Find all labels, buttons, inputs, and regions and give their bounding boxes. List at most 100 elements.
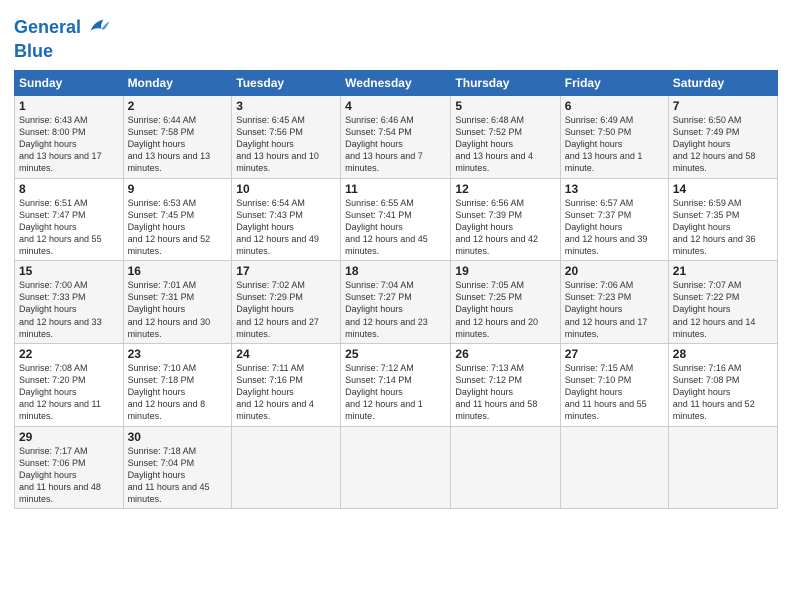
day-number: 24 <box>236 347 336 361</box>
day-number: 23 <box>128 347 228 361</box>
day-detail: Sunrise: 7:15 AMSunset: 7:10 PMDaylight … <box>565 363 647 422</box>
day-detail: Sunrise: 7:12 AMSunset: 7:14 PMDaylight … <box>345 363 423 422</box>
day-number: 21 <box>673 264 773 278</box>
calendar-cell: 14 Sunrise: 6:59 AMSunset: 7:35 PMDayligh… <box>668 178 777 261</box>
day-number: 16 <box>128 264 228 278</box>
calendar-cell: 1Sunrise: 6:43 AMSunset: 8:00 PMDaylight… <box>15 95 124 178</box>
day-detail: Sunrise: 7:04 AMSunset: 7:27 PMDaylight … <box>345 280 428 339</box>
calendar-week-4: 22 Sunrise: 7:08 AMSunset: 7:20 PMDayligh… <box>15 343 778 426</box>
calendar-cell: 29Sunrise: 7:17 AMSunset: 7:06 PMDayligh… <box>15 426 124 509</box>
calendar-cell: 18 Sunrise: 7:04 AMSunset: 7:27 PMDayligh… <box>341 261 451 344</box>
page-container: General Blue SundayMondayTuesdayWednesda… <box>0 0 792 612</box>
day-number: 7 <box>673 99 773 113</box>
calendar-cell <box>451 426 560 509</box>
calendar-cell: 16Sunrise: 7:01 AMSunset: 7:31 PMDayligh… <box>123 261 232 344</box>
logo-bird-icon <box>83 14 111 42</box>
day-detail: Sunrise: 6:56 AMSunset: 7:39 PMDaylight … <box>455 198 538 257</box>
calendar-cell: 25 Sunrise: 7:12 AMSunset: 7:14 PMDayligh… <box>341 343 451 426</box>
calendar-cell <box>560 426 668 509</box>
calendar-cell: 19 Sunrise: 7:05 AMSunset: 7:25 PMDayligh… <box>451 261 560 344</box>
col-header-tuesday: Tuesday <box>232 70 341 95</box>
day-detail: Sunrise: 7:08 AMSunset: 7:20 PMDaylight … <box>19 363 101 422</box>
day-detail: Sunrise: 6:57 AMSunset: 7:37 PMDaylight … <box>565 198 648 257</box>
day-number: 14 <box>673 182 773 196</box>
calendar-cell: 20 Sunrise: 7:06 AMSunset: 7:23 PMDayligh… <box>560 261 668 344</box>
calendar-week-3: 15 Sunrise: 7:00 AMSunset: 7:33 PMDayligh… <box>15 261 778 344</box>
day-number: 11 <box>345 182 446 196</box>
day-number: 27 <box>565 347 664 361</box>
col-header-wednesday: Wednesday <box>341 70 451 95</box>
col-header-saturday: Saturday <box>668 70 777 95</box>
day-detail: Sunrise: 6:50 AMSunset: 7:49 PMDaylight … <box>673 115 756 174</box>
calendar-cell: 23 Sunrise: 7:10 AMSunset: 7:18 PMDayligh… <box>123 343 232 426</box>
day-detail: Sunrise: 7:05 AMSunset: 7:25 PMDaylight … <box>455 280 538 339</box>
col-header-thursday: Thursday <box>451 70 560 95</box>
header: General Blue <box>14 10 778 62</box>
calendar-cell: 7 Sunrise: 6:50 AMSunset: 7:49 PMDaylight… <box>668 95 777 178</box>
day-detail: Sunrise: 6:54 AMSunset: 7:43 PMDaylight … <box>236 198 319 257</box>
day-detail: Sunrise: 7:16 AMSunset: 7:08 PMDaylight … <box>673 363 755 422</box>
day-number: 9 <box>128 182 228 196</box>
day-number: 15 <box>19 264 119 278</box>
calendar-cell: 15 Sunrise: 7:00 AMSunset: 7:33 PMDayligh… <box>15 261 124 344</box>
calendar-cell: 27 Sunrise: 7:15 AMSunset: 7:10 PMDayligh… <box>560 343 668 426</box>
day-number: 6 <box>565 99 664 113</box>
col-header-monday: Monday <box>123 70 232 95</box>
calendar-cell <box>341 426 451 509</box>
calendar-week-1: 1Sunrise: 6:43 AMSunset: 8:00 PMDaylight… <box>15 95 778 178</box>
calendar-body: 1Sunrise: 6:43 AMSunset: 8:00 PMDaylight… <box>15 95 778 509</box>
calendar-cell <box>232 426 341 509</box>
calendar-cell: 26 Sunrise: 7:13 AMSunset: 7:12 PMDayligh… <box>451 343 560 426</box>
day-number: 19 <box>455 264 555 278</box>
day-detail: Sunrise: 7:02 AMSunset: 7:29 PMDaylight … <box>236 280 319 339</box>
day-detail: Sunrise: 7:13 AMSunset: 7:12 PMDaylight … <box>455 363 537 422</box>
day-number: 25 <box>345 347 446 361</box>
calendar-cell: 10 Sunrise: 6:54 AMSunset: 7:43 PMDayligh… <box>232 178 341 261</box>
calendar-week-5: 29Sunrise: 7:17 AMSunset: 7:06 PMDayligh… <box>15 426 778 509</box>
day-detail: Sunrise: 6:49 AMSunset: 7:50 PMDaylight … <box>565 115 643 174</box>
day-detail: Sunrise: 6:46 AMSunset: 7:54 PMDaylight … <box>345 115 423 174</box>
calendar-cell: 2 Sunrise: 6:44 AMSunset: 7:58 PMDaylight… <box>123 95 232 178</box>
day-detail: Sunrise: 6:55 AMSunset: 7:41 PMDaylight … <box>345 198 428 257</box>
calendar-table: SundayMondayTuesdayWednesdayThursdayFrid… <box>14 70 778 510</box>
day-detail: Sunrise: 6:59 AMSunset: 7:35 PMDaylight … <box>673 198 756 257</box>
calendar-cell: 30Sunrise: 7:18 AMSunset: 7:04 PMDayligh… <box>123 426 232 509</box>
day-number: 30 <box>128 430 228 444</box>
day-number: 26 <box>455 347 555 361</box>
header-row: SundayMondayTuesdayWednesdayThursdayFrid… <box>15 70 778 95</box>
day-number: 3 <box>236 99 336 113</box>
day-number: 20 <box>565 264 664 278</box>
logo-text-blue: Blue <box>14 42 53 62</box>
day-detail: Sunrise: 7:10 AMSunset: 7:18 PMDaylight … <box>128 363 206 422</box>
day-number: 12 <box>455 182 555 196</box>
day-detail: Sunrise: 6:53 AMSunset: 7:45 PMDaylight … <box>128 198 211 257</box>
calendar-cell: 24 Sunrise: 7:11 AMSunset: 7:16 PMDayligh… <box>232 343 341 426</box>
calendar-cell: 4Sunrise: 6:46 AMSunset: 7:54 PMDaylight… <box>341 95 451 178</box>
day-detail: Sunrise: 6:51 AMSunset: 7:47 PMDaylight … <box>19 198 102 257</box>
day-number: 18 <box>345 264 446 278</box>
calendar-cell: 5Sunrise: 6:48 AMSunset: 7:52 PMDaylight… <box>451 95 560 178</box>
calendar-cell <box>668 426 777 509</box>
calendar-cell: 13 Sunrise: 6:57 AMSunset: 7:37 PMDayligh… <box>560 178 668 261</box>
day-detail: Sunrise: 7:11 AMSunset: 7:16 PMDaylight … <box>236 363 314 422</box>
day-number: 1 <box>19 99 119 113</box>
calendar-cell: 6 Sunrise: 6:49 AMSunset: 7:50 PMDaylight… <box>560 95 668 178</box>
day-number: 13 <box>565 182 664 196</box>
day-number: 29 <box>19 430 119 444</box>
calendar-header: SundayMondayTuesdayWednesdayThursdayFrid… <box>15 70 778 95</box>
day-detail: Sunrise: 7:00 AMSunset: 7:33 PMDaylight … <box>19 280 102 339</box>
day-number: 5 <box>455 99 555 113</box>
day-number: 8 <box>19 182 119 196</box>
day-number: 2 <box>128 99 228 113</box>
day-number: 10 <box>236 182 336 196</box>
day-detail: Sunrise: 7:06 AMSunset: 7:23 PMDaylight … <box>565 280 648 339</box>
calendar-cell: 17Sunrise: 7:02 AMSunset: 7:29 PMDayligh… <box>232 261 341 344</box>
calendar-cell: 8 Sunrise: 6:51 AMSunset: 7:47 PMDaylight… <box>15 178 124 261</box>
calendar-cell: 28 Sunrise: 7:16 AMSunset: 7:08 PMDayligh… <box>668 343 777 426</box>
calendar-week-2: 8 Sunrise: 6:51 AMSunset: 7:47 PMDaylight… <box>15 178 778 261</box>
calendar-cell: 11 Sunrise: 6:55 AMSunset: 7:41 PMDayligh… <box>341 178 451 261</box>
day-number: 22 <box>19 347 119 361</box>
day-detail: Sunrise: 6:44 AMSunset: 7:58 PMDaylight … <box>128 115 211 174</box>
calendar-cell: 3Sunrise: 6:45 AMSunset: 7:56 PMDaylight… <box>232 95 341 178</box>
day-number: 28 <box>673 347 773 361</box>
